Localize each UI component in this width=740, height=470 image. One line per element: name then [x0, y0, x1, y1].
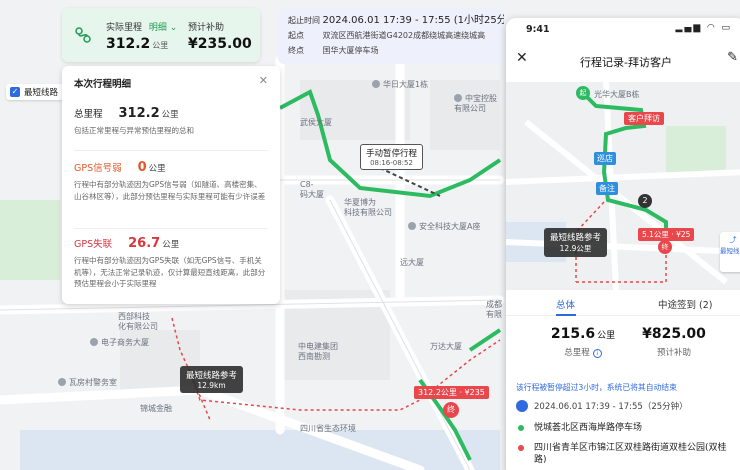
tab-overview[interactable]: 总体	[556, 297, 575, 311]
trip-summary-card: 实际里程 明细 ⌄ 312.2 公里 预计补助 ¥235.00	[62, 8, 260, 62]
map-label: 西部科技 化有限公司	[118, 312, 158, 331]
map-label: 瓦房村警务室	[58, 378, 117, 388]
map-label: 万达大厦	[430, 342, 462, 351]
note-tag[interactable]: 备注	[596, 182, 618, 195]
map-label: 华日大厦1栋	[372, 80, 428, 90]
end-location: 四川省青羊区市锦江区双桂路街道双桂公园(双桂路)	[516, 442, 736, 466]
status-bar: 9:41 ▂▄▆ ◠ ▭	[506, 18, 740, 40]
shortest-route-tooltip: 最短线路参考 12.9公里	[544, 228, 608, 257]
subsidy-label: 预计补助	[188, 23, 225, 33]
store-visit-tag[interactable]: 巡店	[594, 152, 616, 165]
close-icon[interactable]: ✕	[259, 74, 268, 87]
map-label: 四川省生态环境	[300, 424, 356, 433]
start-location: 悦城荟北区西海岸路停车场	[516, 422, 642, 434]
info-icon[interactable]: i	[592, 349, 602, 358]
route-icon	[75, 27, 91, 43]
start-label: 起点	[288, 31, 304, 40]
end-marker[interactable]: 终	[443, 402, 459, 418]
panel-title: 本次行程明细	[74, 79, 132, 90]
auto-end-notice: 该行程被暂停超过3小时，系统已将其自动结束	[516, 383, 677, 392]
trip-info-card: 起止时间 2024.06.01 17:39 - 17:55 (1小时25分钟) …	[278, 8, 504, 64]
map-label: 安全科技大厦A座	[408, 222, 480, 232]
map-label: 成都 有限	[486, 300, 502, 319]
check-icon: ✓	[10, 87, 20, 97]
map-label: 锦城金融	[140, 404, 172, 413]
total-distance-section: 总里程 312.2 公里 包括正常里程与异常预估里程的总和	[74, 106, 194, 135]
subsidy-stat: ¥825.00 预计补助	[642, 326, 706, 358]
pause-callout[interactable]: 手动暂停行程 08:16-08:52	[360, 144, 424, 170]
pause-marker[interactable]: 2	[638, 194, 652, 208]
time-value: 2024.06.01 17:39 - 17:55 (1小时25分钟)	[322, 15, 504, 26]
start-value: 双流区西航港街道G4202成都绕城高速绕城高	[322, 31, 486, 40]
subsidy-value: ¥235.00	[188, 36, 252, 52]
phone-preview: 9:41 ▂▄▆ ◠ ▭ ✕ 行程记录-拜访客户 ✎ 起 光华大厦B栋 客户拜访…	[506, 18, 740, 470]
gps-lost-section: GPS失联 26.7 公里 行程中有部分轨迹因为GPS失联（如无GPS信号、手机关机…	[74, 236, 266, 289]
detail-toggle[interactable]: 明细 ⌄	[149, 23, 177, 33]
customer-visit-tag[interactable]: 客户拜访	[624, 112, 664, 125]
map-label: 光华大厦B栋	[594, 90, 640, 99]
start-dot-icon	[518, 425, 524, 431]
shortest-route-checkbox[interactable]: ✓ 最短线路	[6, 84, 65, 100]
phone-tabs: 总体 中途签到 (2)	[506, 290, 740, 316]
cost-tag: 312.2公里 · ¥235	[414, 386, 489, 399]
phone-map[interactable]: 起 光华大厦B栋 客户拜访 巡店 备注 2 最短线路参考 12.9公里 5.1公…	[506, 82, 740, 290]
time-label: 起止时间	[288, 16, 320, 25]
map-label: C8- 码大厦	[300, 180, 324, 199]
page-title: 行程记录-拜访客户	[580, 56, 672, 69]
route-icon: ⤴	[729, 236, 737, 244]
end-dot-icon	[518, 445, 524, 451]
distance-value: 312.2 公里	[106, 36, 169, 52]
end-label: 终点	[288, 46, 304, 55]
map-label: 远大厦	[400, 258, 424, 267]
shortest-route-toggle[interactable]: ⤴最短线路	[720, 232, 740, 272]
pause-time: 08:16-08:52	[370, 159, 413, 167]
nav-bar: ✕ 行程记录-拜访客户 ✎	[506, 48, 740, 72]
gps-weak-section: GPS信号弱 0 公里 行程中有部分轨迹因为GPS信号弱（如隧道、高楼密集、山谷林区…	[74, 160, 266, 201]
distance-label: 实际里程	[106, 23, 143, 33]
shortest-route-tooltip: 最短线路参考 12.9km	[180, 366, 244, 393]
shortest-route-label: 最短线路	[24, 88, 59, 98]
map-label: 中宝控股 有限公司	[454, 94, 497, 113]
status-time: 9:41	[526, 24, 550, 35]
map-label: 电子商务大厦	[90, 338, 149, 348]
tab-indicator	[556, 314, 576, 316]
total-distance-stat: 215.6 公里 总里程 i	[550, 326, 616, 358]
cost-tag: 5.1公里 · ¥25	[638, 228, 695, 241]
phone-map-roads	[506, 82, 740, 290]
trip-detail-panel: 本次行程明细 ✕ 总里程 312.2 公里 包括正常里程与异常预估里程的总和 GPS…	[62, 66, 280, 304]
map-label: 武侯大厦	[300, 118, 332, 127]
trip-time-row: 2024.06.01 17:39 - 17:55（25分钟）	[516, 400, 688, 412]
tab-checkins[interactable]: 中途签到 (2)	[658, 297, 712, 311]
status-indicators-icon: ▂▄▆ ◠ ▭	[675, 23, 732, 33]
map-label: 华夏博为 科技有限公司	[344, 198, 392, 217]
start-marker[interactable]: 起	[576, 86, 590, 100]
phone-stats: 215.6 公里 总里程 i ¥825.00 预计补助	[506, 322, 740, 368]
edit-icon[interactable]: ✎	[727, 50, 738, 65]
end-marker[interactable]: 终	[658, 240, 672, 254]
car-icon	[516, 400, 528, 412]
map-label: 中电建集团 西南勘测	[298, 342, 338, 361]
pause-title: 手动暂停行程	[366, 149, 418, 159]
end-value: 国华大厦停车场	[322, 46, 379, 55]
